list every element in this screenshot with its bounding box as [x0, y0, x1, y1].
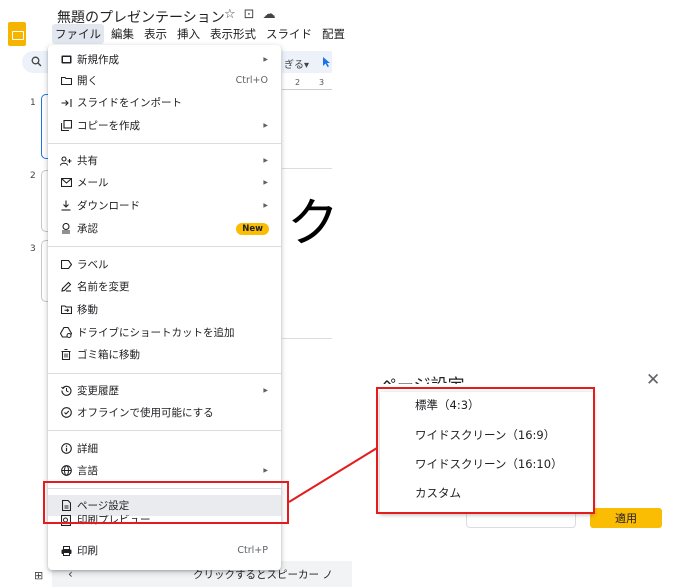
- annotation-connector: [288, 447, 378, 503]
